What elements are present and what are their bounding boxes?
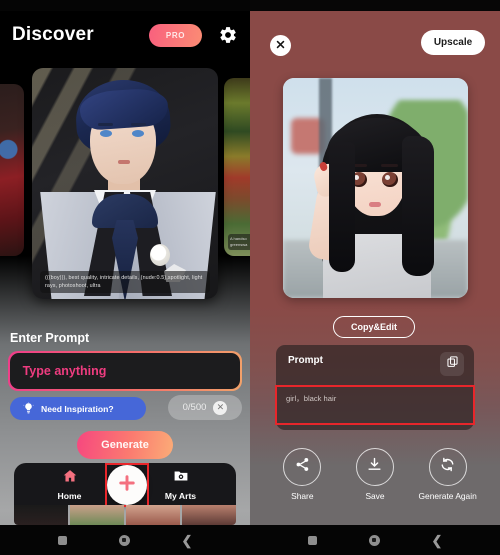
discover-header: Discover PRO — [0, 11, 250, 59]
featured-art-mouth — [118, 160, 130, 164]
result-art-hair-front-left — [329, 142, 355, 272]
lightbulb-icon — [22, 402, 35, 415]
home-circle-icon[interactable] — [368, 534, 380, 546]
generated-image[interactable] — [283, 78, 468, 298]
list-item[interactable] — [182, 505, 236, 525]
close-button[interactable] — [270, 35, 291, 56]
save-button[interactable] — [355, 448, 394, 486]
save-action[interactable]: Save — [344, 448, 406, 501]
result-art-mouth — [369, 202, 381, 207]
copy-edit-button[interactable]: Copy&Edit — [333, 316, 415, 338]
tab-my-arts-label: My Arts — [164, 490, 197, 501]
result-screen: Upscale Copy&Edit Prompt girl，black hair… — [250, 0, 500, 555]
tab-home-label: Home — [57, 490, 82, 501]
share-label: Share — [291, 491, 314, 501]
need-inspiration-label: Need Inspiration? — [41, 403, 114, 414]
share-action[interactable]: Share — [271, 448, 333, 501]
character-counter-value: 0/500 — [182, 402, 207, 413]
featured-art-rose — [150, 244, 170, 266]
pro-badge-button[interactable]: PRO — [149, 23, 202, 47]
save-label: Save — [365, 491, 385, 501]
carousel-card-previous[interactable] — [0, 84, 24, 256]
featured-art-brow-right — [131, 123, 146, 126]
prompt-input-container[interactable]: Type anything — [8, 351, 242, 391]
carousel-card-next[interactable]: A handso greenswa — [224, 78, 250, 256]
home-icon — [62, 468, 78, 489]
featured-card-caption: (((boy))), best quality, intricate detai… — [40, 271, 210, 293]
prompt-input-placeholder: Type anything — [22, 364, 107, 378]
generate-button[interactable]: Generate — [77, 431, 173, 459]
recent-thumbnails-strip[interactable] — [14, 505, 236, 525]
folder-camera-icon — [173, 468, 189, 489]
share-button[interactable] — [283, 448, 322, 486]
need-inspiration-button[interactable]: Need Inspiration? — [10, 397, 146, 420]
home-circle-icon[interactable] — [118, 534, 130, 546]
back-chevron-icon[interactable]: ❮ — [182, 534, 193, 547]
result-actions: Share Save Generate Again — [250, 448, 500, 501]
result-art-eye-right — [382, 172, 398, 187]
annotation-box-fab — [105, 463, 149, 507]
enter-prompt-label: Enter Prompt — [10, 331, 90, 345]
featured-art-eye-right — [132, 130, 144, 137]
download-icon — [366, 456, 383, 478]
recents-icon[interactable] — [57, 535, 67, 545]
android-nav-bar-left: ❮ — [0, 525, 250, 555]
share-icon — [294, 456, 311, 478]
android-nav-bar-right: ❮ — [250, 525, 500, 555]
page-title: Discover — [12, 24, 94, 45]
copy-prompt-button[interactable] — [440, 352, 464, 376]
status-bar-right — [250, 0, 500, 11]
annotation-box-prompt — [275, 385, 475, 425]
discover-screen: Discover PRO A handso greenswa (((boy)))… — [0, 0, 250, 555]
featured-art-eye-left — [100, 130, 112, 137]
refresh-icon — [439, 456, 456, 478]
app-screenshot: Discover PRO A handso greenswa (((boy)))… — [0, 0, 500, 555]
list-item[interactable] — [70, 505, 124, 525]
generate-again-action[interactable]: Generate Again — [417, 448, 479, 501]
close-icon — [275, 37, 286, 55]
back-chevron-icon[interactable]: ❮ — [432, 534, 443, 547]
carousel-card-next-caption: A handso greenswa — [228, 234, 250, 250]
gear-icon[interactable] — [218, 25, 238, 45]
result-art-brow-right — [381, 164, 398, 167]
generate-again-label: Generate Again — [418, 491, 477, 501]
status-bar-left — [0, 0, 250, 11]
character-counter: 0/500 ✕ — [168, 395, 242, 420]
list-item[interactable] — [126, 505, 180, 525]
prompt-input-inner[interactable]: Type anything — [9, 352, 241, 390]
discover-carousel[interactable]: A handso greenswa (((boy))), best qualit… — [0, 66, 250, 306]
list-item[interactable] — [14, 505, 68, 525]
carousel-card-featured[interactable]: (((boy))), best quality, intricate detai… — [32, 68, 218, 299]
recents-icon[interactable] — [307, 535, 317, 545]
copy-icon — [446, 355, 459, 373]
upscale-button[interactable]: Upscale — [421, 30, 485, 55]
result-art-hair-front-right — [402, 136, 434, 276]
prompt-card-label: Prompt — [288, 355, 323, 366]
close-circle-icon[interactable]: ✕ — [213, 400, 228, 415]
generate-again-button[interactable] — [428, 448, 467, 486]
featured-art-brow-left — [98, 123, 113, 126]
